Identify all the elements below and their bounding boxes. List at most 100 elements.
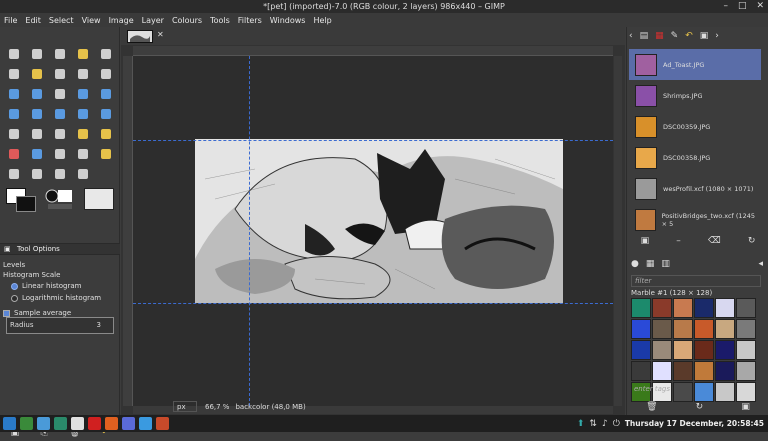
brushes-tab-icon[interactable]: ●: [631, 259, 639, 269]
taskbar-app-icon[interactable]: [20, 417, 33, 430]
pattern-swatch[interactable]: [631, 298, 651, 318]
pattern-swatch[interactable]: [694, 361, 714, 381]
dodge-burn-icon[interactable]: [25, 164, 48, 184]
menu-item-tools[interactable]: Tools: [210, 16, 230, 25]
image-canvas[interactable]: [195, 139, 563, 303]
ellipse-select-icon[interactable]: [25, 44, 48, 64]
color-picker-icon[interactable]: [71, 64, 94, 84]
pattern-swatch[interactable]: [694, 319, 714, 339]
tags-input[interactable]: enter tags: [631, 385, 761, 397]
smudge-icon[interactable]: [2, 164, 25, 184]
image-list-item[interactable]: Ad_Toast.JPG: [629, 49, 761, 80]
menu-item-image[interactable]: Image: [109, 16, 134, 25]
fuzzy-select-icon[interactable]: [71, 44, 94, 64]
image-tab-thumbnail[interactable]: [127, 30, 153, 43]
menu-item-windows[interactable]: Windows: [270, 16, 306, 25]
paths-tab-icon[interactable]: ✎: [671, 31, 679, 41]
pattern-swatch[interactable]: [631, 361, 651, 381]
vertical-scrollbar[interactable]: [614, 56, 622, 406]
clone-icon[interactable]: [71, 144, 94, 164]
pattern-swatch[interactable]: [673, 319, 693, 339]
rotate-icon[interactable]: [71, 84, 94, 104]
pattern-swatch[interactable]: [715, 340, 735, 360]
cage-icon[interactable]: [94, 104, 117, 124]
patterns-tab-icon[interactable]: ▦: [646, 259, 655, 269]
image-list-item[interactable]: PositivBridges_two.xcf (1245 × 5: [629, 204, 761, 235]
mini-color-swatches[interactable]: [44, 188, 74, 210]
network-icon[interactable]: ⇅: [589, 419, 597, 429]
layers-tab-icon[interactable]: ▤: [640, 31, 649, 41]
pattern-swatch[interactable]: [673, 361, 693, 381]
background-color-swatch[interactable]: [16, 196, 36, 212]
taskbar-app-icon[interactable]: [122, 417, 135, 430]
pattern-swatch[interactable]: [736, 361, 756, 381]
pattern-swatch[interactable]: [694, 298, 714, 318]
pattern-swatch[interactable]: [673, 340, 693, 360]
measure-icon[interactable]: [94, 64, 117, 84]
guide-line[interactable]: [133, 303, 613, 304]
maximize-icon[interactable]: □: [738, 0, 747, 13]
menu-item-help[interactable]: Help: [313, 16, 331, 25]
move-icon[interactable]: [25, 84, 48, 104]
delete-pattern-icon[interactable]: 🗑: [646, 402, 657, 412]
chevron-left-icon[interactable]: ‹: [629, 31, 633, 41]
rect-select-icon[interactable]: [2, 44, 25, 64]
shear-icon[interactable]: [2, 104, 25, 124]
pattern-swatch[interactable]: [715, 319, 735, 339]
unified-transform-icon[interactable]: [48, 104, 71, 124]
foreground-select-icon[interactable]: [25, 64, 48, 84]
align-icon[interactable]: [2, 84, 25, 104]
taskbar-app-icon[interactable]: [105, 417, 118, 430]
menu-item-edit[interactable]: Edit: [25, 16, 41, 25]
horizontal-ruler[interactable]: [133, 46, 613, 56]
blend-icon[interactable]: [48, 124, 71, 144]
pattern-swatch[interactable]: [631, 340, 651, 360]
airbrush-icon[interactable]: [25, 144, 48, 164]
taskbar-app-icon[interactable]: [88, 417, 101, 430]
pencil-icon[interactable]: [71, 124, 94, 144]
free-select-icon[interactable]: [48, 44, 71, 64]
taskbar-app-icon[interactable]: [54, 417, 67, 430]
paths-icon[interactable]: [48, 64, 71, 84]
taskbar-app-icon[interactable]: [139, 417, 152, 430]
taskbar-app-icon[interactable]: [71, 417, 84, 430]
menu-item-select[interactable]: Select: [49, 16, 74, 25]
text-icon[interactable]: [2, 124, 25, 144]
guide-line[interactable]: [133, 140, 613, 141]
flip-icon[interactable]: [71, 104, 94, 124]
scale-icon[interactable]: [94, 84, 117, 104]
channels-tab-icon[interactable]: ▦: [655, 31, 664, 41]
pattern-swatch[interactable]: [673, 298, 693, 318]
refresh-icon[interactable]: ↻: [748, 236, 756, 246]
clock[interactable]: Thursday 17 December, 20:58:45: [625, 419, 764, 428]
tool-options-tab[interactable]: ▣ Tool Options: [0, 243, 120, 255]
pattern-swatch[interactable]: [652, 319, 672, 339]
pattern-swatch[interactable]: [736, 298, 756, 318]
pattern-swatch[interactable]: [652, 340, 672, 360]
brush-preview[interactable]: [84, 188, 114, 210]
image-list-item[interactable]: wesProfil.xcf (1080 × 1071): [629, 173, 761, 204]
open-as-image-icon[interactable]: ▣: [741, 402, 750, 412]
ink-icon[interactable]: [48, 144, 71, 164]
image-list-item[interactable]: Shrimps.JPG: [629, 80, 761, 111]
bucket-fill-icon[interactable]: [25, 124, 48, 144]
minimize-icon[interactable]: –: [723, 0, 728, 13]
eraser-icon[interactable]: [2, 144, 25, 164]
pattern-swatch[interactable]: [652, 361, 672, 381]
power-icon[interactable]: ⏻: [613, 419, 620, 429]
images-tab-icon[interactable]: ▣: [700, 31, 709, 41]
pattern-swatch[interactable]: [715, 298, 735, 318]
image-list-item[interactable]: DSC00359.JPG: [629, 111, 761, 142]
paintbrush-icon[interactable]: [94, 124, 117, 144]
pattern-swatch[interactable]: [736, 340, 756, 360]
zoom-level[interactable]: 66,7 %: [205, 403, 229, 411]
pattern-filter-input[interactable]: filter: [631, 275, 761, 287]
open-display-icon[interactable]: ▣: [641, 236, 650, 246]
zoom-icon[interactable]: [94, 44, 117, 64]
gradients-tab-icon[interactable]: ▥: [661, 259, 670, 269]
pattern-swatch[interactable]: [652, 298, 672, 318]
pattern-swatch[interactable]: [715, 361, 735, 381]
menu-item-file[interactable]: File: [4, 16, 17, 25]
configure-tab-icon[interactable]: ◂: [758, 259, 763, 269]
blur-icon[interactable]: [48, 164, 71, 184]
